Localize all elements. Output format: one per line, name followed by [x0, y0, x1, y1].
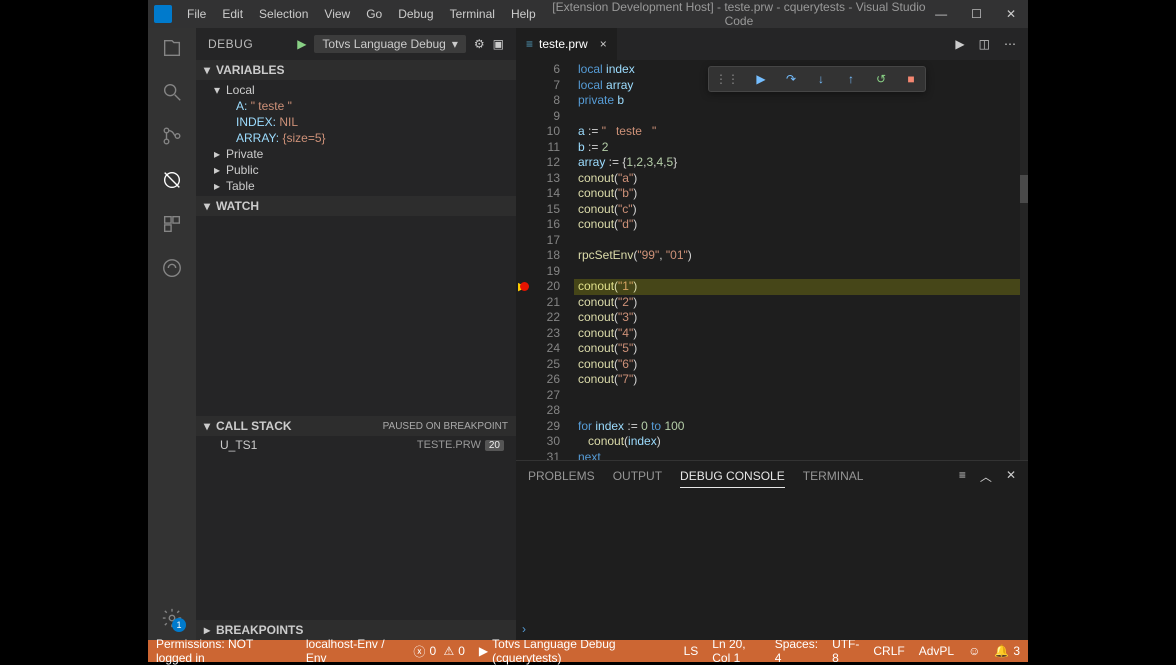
tab-label: teste.prw [539, 37, 588, 51]
status-feedback-icon[interactable]: ☺ [968, 644, 980, 658]
status-language[interactable]: AdvPL [919, 644, 954, 658]
scm-icon[interactable] [160, 124, 184, 148]
step-over-icon[interactable]: ↷ [783, 71, 799, 87]
menu-file[interactable]: File [180, 3, 213, 25]
menu-go[interactable]: Go [359, 3, 389, 25]
watch-header[interactable]: ▾WATCH [196, 196, 516, 216]
callstack-frame[interactable]: U_TS1 TESTE.PRW 20 [196, 436, 516, 454]
close-icon[interactable]: ✕ [1006, 7, 1016, 21]
debug-config-select[interactable]: Totvs Language Debug▾ [314, 35, 465, 53]
bottom-panel: PROBLEMS OUTPUT DEBUG CONSOLE TERMINAL ≡… [516, 460, 1028, 640]
menu-terminal[interactable]: Terminal [443, 3, 502, 25]
debug-title: DEBUG [208, 37, 253, 51]
debug-toolbar: ⋮⋮ ▶ ↷ ↓ ↑ ↺ ■ [708, 66, 926, 92]
drag-grip-icon[interactable]: ⋮⋮ [715, 72, 739, 86]
explorer-icon[interactable] [160, 36, 184, 60]
paused-label: PAUSED ON BREAKPOINT [383, 421, 508, 432]
debug-console-icon[interactable]: ▣ [493, 37, 504, 51]
console-prompt-icon: › [522, 622, 526, 636]
menu-bar: FileEditSelectionViewGoDebugTerminalHelp [180, 3, 543, 25]
step-out-icon[interactable]: ↑ [843, 71, 859, 87]
status-encoding[interactable]: UTF-8 [832, 637, 859, 665]
status-errors[interactable]: ⓧ 0 ⚠ 0 [413, 643, 464, 660]
panel-collapse-icon[interactable]: ︿ [980, 468, 992, 485]
scope-public[interactable]: ▸Public [196, 162, 516, 178]
tab-output[interactable]: OUTPUT [613, 465, 662, 487]
menu-edit[interactable]: Edit [215, 3, 250, 25]
vscode-logo-icon [154, 5, 172, 23]
menu-selection[interactable]: Selection [252, 3, 315, 25]
variable-row[interactable]: A: " teste " [196, 98, 516, 114]
step-into-icon[interactable]: ↓ [813, 71, 829, 87]
status-eol[interactable]: CRLF [873, 644, 904, 658]
debug-console-body[interactable]: › [516, 491, 1028, 640]
status-permissions[interactable]: Permissions: NOT logged in [156, 637, 292, 665]
callstack-header[interactable]: ▾CALL STACK PAUSED ON BREAKPOINT [196, 416, 516, 436]
stop-icon[interactable]: ■ [903, 71, 919, 87]
status-env[interactable]: localhost-Env / Env [306, 637, 400, 665]
extensions-icon[interactable] [160, 212, 184, 236]
variables-header[interactable]: ▾VARIABLES [196, 60, 516, 80]
tab-close-icon[interactable]: × [600, 37, 607, 51]
menu-debug[interactable]: Debug [391, 3, 440, 25]
file-icon: ≡ [526, 37, 533, 51]
tab-problems[interactable]: PROBLEMS [528, 465, 595, 487]
code-text[interactable]: local indexlocal arrayprivate b a := " t… [574, 60, 1028, 460]
restart-icon[interactable]: ↺ [873, 71, 889, 87]
continue-icon[interactable]: ▶ [753, 71, 769, 87]
scope-local[interactable]: ▾Local [196, 82, 516, 98]
split-icon[interactable]: ◫ [979, 37, 990, 51]
status-debug[interactable]: ▶ Totvs Language Debug (cquerytests) [479, 637, 670, 665]
status-notifications[interactable]: 🔔 3 [994, 644, 1020, 658]
panel-clear-icon[interactable]: ≡ [959, 468, 966, 485]
settings-icon[interactable]: 1 [160, 606, 184, 630]
status-spaces[interactable]: Spaces: 4 [775, 637, 818, 665]
menu-view[interactable]: View [317, 3, 357, 25]
window-title: [Extension Development Host] - teste.prw… [543, 0, 936, 28]
status-lncol[interactable]: Ln 20, Col 1 [712, 637, 760, 665]
debug-icon[interactable] [160, 168, 184, 192]
debug-sidebar: DEBUG ▶ Totvs Language Debug▾ ⚙ ▣ ▾VARIA… [196, 28, 516, 640]
maximize-icon[interactable]: ☐ [971, 7, 982, 21]
extra-icon[interactable] [160, 256, 184, 280]
menu-help[interactable]: Help [504, 3, 543, 25]
scope-table[interactable]: ▸Table [196, 178, 516, 194]
panel-close-icon[interactable]: ✕ [1006, 468, 1016, 485]
status-bar: Permissions: NOT logged in localhost-Env… [148, 640, 1028, 662]
variable-row[interactable]: INDEX: NIL [196, 114, 516, 130]
start-debug-icon[interactable]: ▶ [297, 37, 306, 51]
search-icon[interactable] [160, 80, 184, 104]
run-icon[interactable]: ▶ [955, 37, 964, 51]
scope-private[interactable]: ▸Private [196, 146, 516, 162]
tab-terminal[interactable]: TERMINAL [803, 465, 864, 487]
status-ls[interactable]: LS [684, 644, 699, 658]
settings-badge: 1 [172, 618, 186, 632]
gutter[interactable]: 67891011121314151617181920▶2122232425262… [516, 60, 574, 460]
minimap[interactable] [1020, 60, 1028, 460]
config-gear-icon[interactable]: ⚙ [474, 37, 485, 51]
titlebar: FileEditSelectionViewGoDebugTerminalHelp… [148, 0, 1028, 28]
minimize-icon[interactable]: — [935, 7, 947, 21]
variable-row[interactable]: ARRAY: {size=5} [196, 130, 516, 146]
watch-body [196, 216, 516, 416]
editor-area: ≡ teste.prw × ▶ ◫ ⋯ 67891011121314151617… [516, 28, 1028, 640]
editor-tab[interactable]: ≡ teste.prw × [516, 28, 618, 60]
activity-bar: 1 [148, 28, 196, 640]
more-icon[interactable]: ⋯ [1004, 37, 1016, 51]
tab-debug-console[interactable]: DEBUG CONSOLE [680, 465, 785, 488]
